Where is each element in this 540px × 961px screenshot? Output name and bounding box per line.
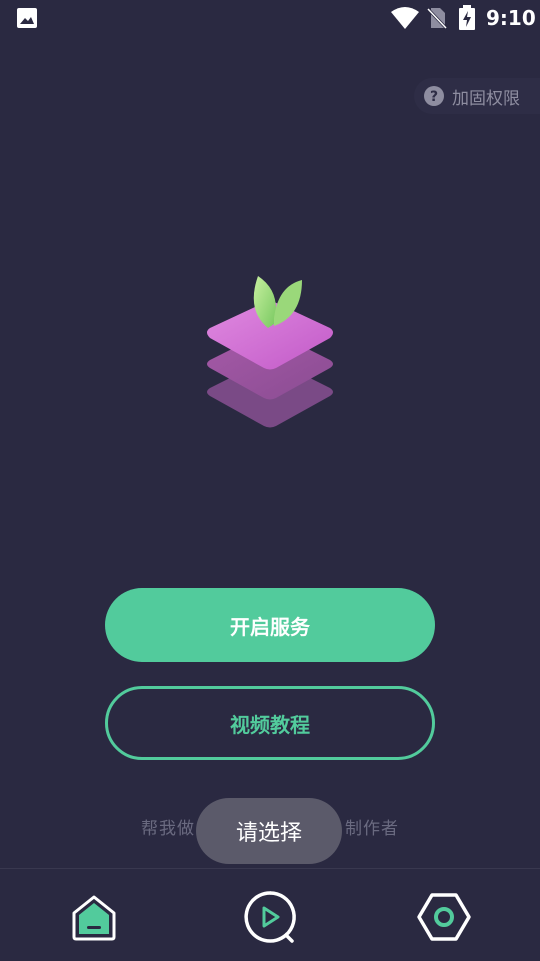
status-bar: 9:10 bbox=[0, 0, 540, 36]
bottom-navigation bbox=[0, 868, 540, 961]
credit-right: 制作者 bbox=[345, 819, 399, 839]
home-icon bbox=[72, 895, 116, 941]
nav-settings[interactable] bbox=[416, 889, 472, 945]
reinforce-permission-button[interactable]: ? 加固权限 bbox=[414, 78, 540, 114]
gallery-icon bbox=[17, 8, 37, 28]
settings-hexagon-icon bbox=[417, 893, 471, 941]
start-service-button[interactable]: 开启服务 bbox=[105, 588, 435, 662]
help-circle-icon: ? bbox=[424, 86, 444, 106]
no-sim-icon bbox=[426, 7, 448, 30]
toast-text: 请选择 bbox=[235, 821, 302, 846]
nav-home[interactable] bbox=[66, 889, 122, 945]
video-play-icon bbox=[244, 891, 296, 943]
layered-stack-leaf-logo bbox=[207, 276, 333, 428]
svg-text:?: ? bbox=[430, 89, 438, 105]
wifi-icon bbox=[391, 7, 419, 29]
battery-charging-icon bbox=[459, 5, 475, 30]
credit-left: 帮我做 bbox=[141, 819, 195, 839]
reinforce-permission-label: 加固权限 bbox=[452, 88, 520, 109]
status-time: 9:10 bbox=[486, 6, 536, 30]
toast-message: 请选择 bbox=[196, 798, 342, 864]
video-tutorial-button[interactable]: 视频教程 bbox=[105, 686, 435, 760]
nav-video[interactable] bbox=[242, 889, 298, 945]
